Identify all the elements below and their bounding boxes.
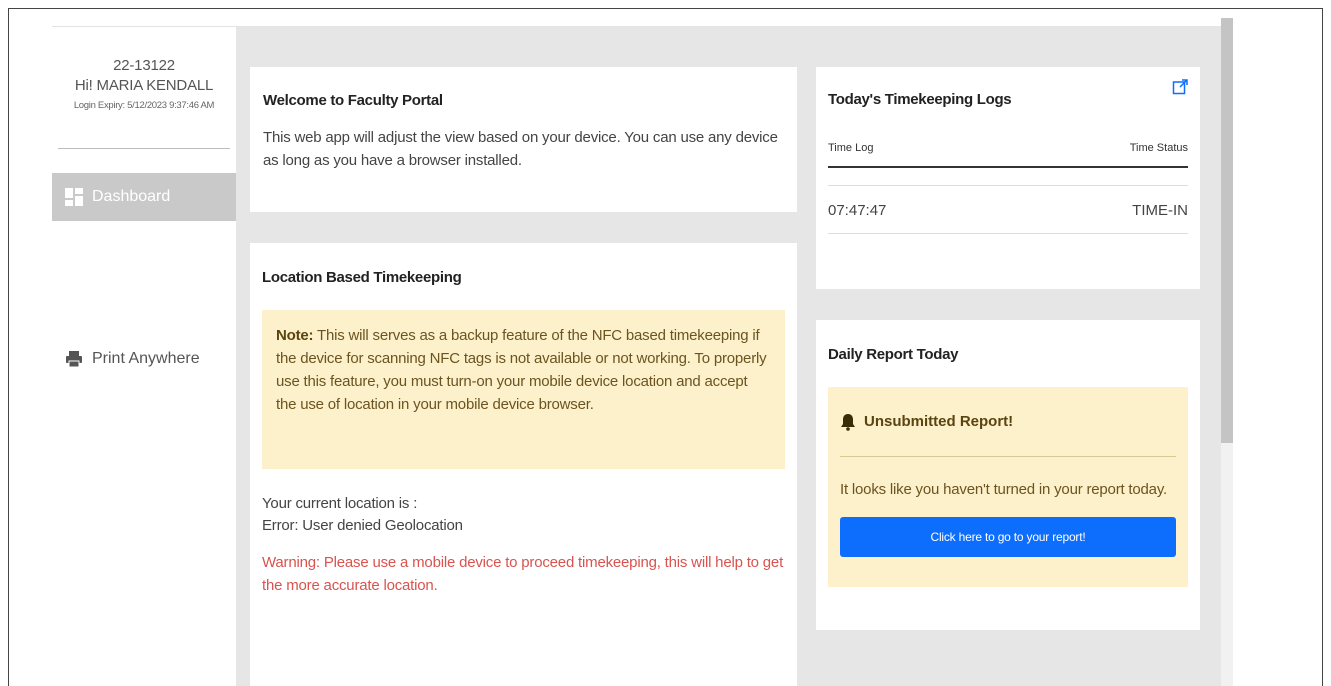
login-expiry: Login Expiry: 5/12/2023 9:37:46 AM [73, 100, 215, 111]
printer-icon [64, 349, 84, 369]
external-link-icon[interactable] [1172, 79, 1188, 95]
alert-message: It looks like you haven't turned in your… [840, 481, 1167, 498]
logs-table: Time Log Time Status 07:47:47 TIME-IN [828, 130, 1188, 234]
greeting: Hi! MARIA KENDALL [74, 77, 214, 94]
welcome-card: Welcome to Faculty Portal This web app w… [250, 67, 797, 212]
employee-id: 22-13122 [113, 57, 175, 74]
location-warning: Warning: Please use a mobile device to p… [262, 554, 784, 594]
time-log-cell: 07:47:47 [828, 184, 1009, 234]
column-header-time-status: Time Status [1008, 130, 1188, 168]
report-title: Daily Report Today [828, 346, 959, 363]
location-title: Location Based Timekeeping [262, 269, 462, 286]
location-note: Note: This will serves as a backup featu… [262, 310, 785, 469]
note-text: This will serves as a backup feature of … [276, 327, 767, 413]
alert-title: Unsubmitted Report! [864, 413, 1014, 430]
welcome-text: This web app will adjust the view based … [263, 129, 778, 169]
current-location-value: Error: User denied Geolocation [262, 517, 463, 534]
bell-icon [840, 413, 858, 431]
time-status-cell: TIME-IN [1008, 184, 1188, 234]
note-label: Note: [276, 327, 314, 344]
timekeeping-logs-card: Today's Timekeeping Logs Time Log Time S… [816, 67, 1200, 289]
scrollbar-thumb[interactable] [1221, 18, 1233, 443]
dashboard-icon [64, 187, 84, 207]
sidebar-item-label: Print Anywhere [92, 350, 200, 367]
table-row: 07:47:47 TIME-IN [828, 184, 1188, 234]
profile-block: 22-13122 Hi! MARIA KENDALL Login Expiry:… [58, 27, 230, 149]
daily-report-card: Daily Report Today Unsubmitted Report! I… [816, 320, 1200, 630]
welcome-title: Welcome to Faculty Portal [263, 92, 443, 109]
unsubmitted-alert: Unsubmitted Report! It looks like you ha… [828, 387, 1188, 587]
current-location-label: Your current location is : [262, 495, 418, 512]
sidebar-item-print-anywhere[interactable]: Print Anywhere [52, 335, 200, 383]
sidebar: 22-13122 Hi! MARIA KENDALL Login Expiry:… [52, 26, 236, 686]
location-card: Location Based Timekeeping Note: This wi… [250, 243, 797, 686]
alert-header: Unsubmitted Report! [840, 387, 1176, 457]
sidebar-item-label: Dashboard [92, 188, 171, 205]
logs-title: Today's Timekeeping Logs [828, 91, 1012, 108]
current-location: Your current location is : Error: User d… [262, 493, 785, 537]
sidebar-item-dashboard[interactable]: Dashboard [52, 173, 236, 221]
go-to-report-button[interactable]: Click here to go to your report! [840, 517, 1176, 557]
main-content: Welcome to Faculty Portal This web app w… [236, 26, 1221, 686]
scrollbar[interactable] [1221, 18, 1233, 686]
column-header-time-log: Time Log [828, 130, 1009, 168]
